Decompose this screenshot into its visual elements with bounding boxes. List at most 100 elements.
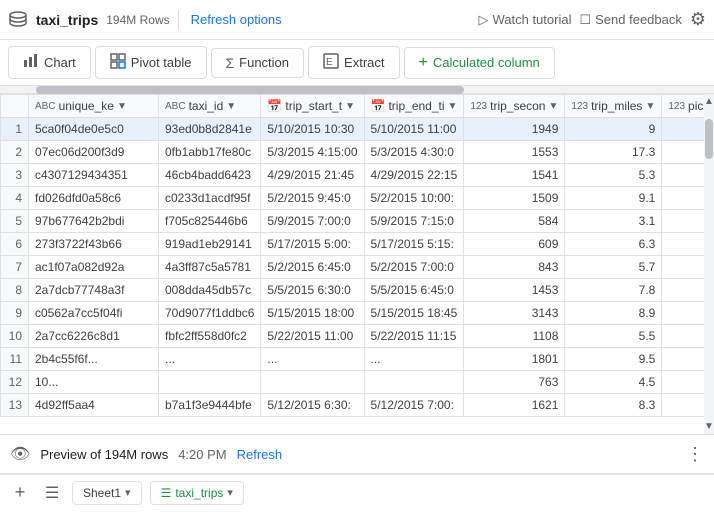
- scroll-up-arrow[interactable]: ▲: [704, 94, 714, 109]
- table-cell: 17.3: [565, 141, 662, 164]
- table-cell: 0fb1abb17fe80c: [159, 141, 261, 164]
- table-cell: 6: [1, 233, 29, 256]
- filter-icon-6: ▼: [645, 101, 655, 112]
- table-cell: [364, 371, 464, 394]
- table-cell: 5/15/2015 18:00: [261, 302, 364, 325]
- dataset-chevron-icon: ▾: [227, 486, 233, 499]
- add-sheet-button[interactable]: +: [8, 481, 32, 505]
- plus-icon: +: [419, 54, 428, 72]
- pivot-table-button[interactable]: Pivot table: [95, 46, 207, 79]
- data-table: ABC unique_ke ▼ ABC taxi_id ▼: [0, 94, 704, 417]
- table-cell: 8: [1, 279, 29, 302]
- table-cell: 5.5: [565, 325, 662, 348]
- table-cell: 1509: [464, 187, 565, 210]
- filter-icon-2: ▼: [226, 101, 236, 112]
- table-cell: 4/29/2015 22:15: [364, 164, 464, 187]
- extract-icon: E: [323, 53, 339, 72]
- scroll-down-arrow[interactable]: ▼: [704, 419, 714, 434]
- toolbar: Chart Pivot table Σ Function E Extract +…: [0, 40, 714, 86]
- table-cell: 5/9/2015 7:00:0: [261, 210, 364, 233]
- table-cell: [662, 141, 704, 164]
- preview-time: 4:20 PM: [178, 447, 226, 462]
- table-cell: 5/2/2015 9:45:0: [261, 187, 364, 210]
- table-cell: 1553: [464, 141, 565, 164]
- table-cell: 5ca0f04de0e5c0: [29, 118, 159, 141]
- table-cell: 5/22/2015 11:15: [364, 325, 464, 348]
- table-cell: [662, 302, 704, 325]
- table-cell: c4307129434351: [29, 164, 159, 187]
- table-row[interactable]: 134d92ff5aa4b7a1f3e9444bfe5/12/2015 6:30…: [1, 394, 705, 417]
- table-row[interactable]: 9c0562a7cc5f04fi70d9077f1ddbc65/15/2015 …: [1, 302, 705, 325]
- col-header-pickup[interactable]: 123 pickup_c ▼: [662, 95, 704, 118]
- send-feedback-button[interactable]: ☐ Send feedback: [579, 12, 681, 28]
- table-cell: 9.1: [565, 187, 662, 210]
- table-cell: ...: [261, 348, 364, 371]
- table-cell: 584: [464, 210, 565, 233]
- preview-text: Preview of 194M rows: [40, 447, 168, 462]
- table-name: taxi_trips: [36, 12, 98, 28]
- table-cell: 3.1: [565, 210, 662, 233]
- col-header-trip-miles[interactable]: 123 trip_miles ▼: [565, 95, 662, 118]
- horizontal-scrollbar[interactable]: [0, 86, 714, 94]
- table-cell: [662, 325, 704, 348]
- table-row[interactable]: 597b677642b2bdif705c825446b65/9/2015 7:0…: [1, 210, 705, 233]
- table-cell: 5.7: [565, 256, 662, 279]
- function-button[interactable]: Σ Function: [211, 48, 305, 78]
- refresh-options-button[interactable]: Refresh options: [187, 12, 286, 27]
- table-cell: 9: [1, 302, 29, 325]
- table-cell: 9: [565, 118, 662, 141]
- sheet1-tab[interactable]: Sheet1 ▾: [72, 481, 142, 505]
- table-row[interactable]: 6273f3722f43b66919ad1eb291415/17/2015 5:…: [1, 233, 705, 256]
- table-cell: 5/5/2015 6:30:0: [261, 279, 364, 302]
- chart-button[interactable]: Chart: [8, 46, 91, 79]
- col-header-trip-seconds[interactable]: 123 trip_secon ▼: [464, 95, 565, 118]
- table-cell: [261, 371, 364, 394]
- table-cell: [662, 187, 704, 210]
- table-row[interactable]: 4fd026dfd0a58c6c0233d1acdf95f5/2/2015 9:…: [1, 187, 705, 210]
- col-header-trip-start[interactable]: 📅 trip_start_t ▼: [261, 95, 364, 118]
- table-wrapper: ABC unique_ke ▼ ABC taxi_id ▼: [0, 94, 714, 434]
- list-sheets-button[interactable]: ☰: [40, 481, 64, 505]
- more-options-icon[interactable]: ⋮: [686, 444, 704, 465]
- table-cell: 5/12/2015 6:30:: [261, 394, 364, 417]
- preview-refresh-button[interactable]: Refresh: [237, 447, 283, 462]
- table-cell: [159, 371, 261, 394]
- top-bar: taxi_trips 194M Rows Refresh options ▷ W…: [0, 0, 714, 40]
- table-cell: [662, 256, 704, 279]
- table-row[interactable]: 3c430712943435146cb4badd64234/29/2015 21…: [1, 164, 705, 187]
- table-row[interactable]: 207ec06d200f3d90fb1abb17fe80c5/3/2015 4:…: [1, 141, 705, 164]
- table-cell: ac1f07a082d92a: [29, 256, 159, 279]
- database-icon: [8, 10, 28, 30]
- table-cell: 4/29/2015 21:45: [261, 164, 364, 187]
- settings-button[interactable]: ⚙: [690, 9, 706, 30]
- table-cell: 2: [1, 141, 29, 164]
- table-cell: [662, 394, 704, 417]
- table-row[interactable]: 112b4c55f6f............18019.5: [1, 348, 705, 371]
- table-row[interactable]: 7ac1f07a082d92a4a3ff87c5a57815/2/2015 6:…: [1, 256, 705, 279]
- table-cell: 1108: [464, 325, 565, 348]
- table-cell: 5/10/2015 10:30: [261, 118, 364, 141]
- function-icon: Σ: [226, 55, 235, 71]
- scrollbar-thumb-v[interactable]: [705, 119, 713, 159]
- table-cell: 5/3/2015 4:15:00: [261, 141, 364, 164]
- comment-icon: ☐: [579, 12, 591, 28]
- table-row[interactable]: 1210...7634.5: [1, 371, 705, 394]
- table-row[interactable]: 15ca0f04de0e5c093ed0b8d2841e5/10/2015 10…: [1, 118, 705, 141]
- table-row[interactable]: 82a7dcb77748a3f008dda45db57c5/5/2015 6:3…: [1, 279, 705, 302]
- taxi-trips-tab[interactable]: ☰ taxi_trips ▾: [150, 481, 244, 505]
- col-header-trip-end[interactable]: 📅 trip_end_ti ▼: [364, 95, 464, 118]
- table-cell: 2a7cc6226c8d1: [29, 325, 159, 348]
- table-cell: 1801: [464, 348, 565, 371]
- col-header-unique-key[interactable]: ABC unique_ke ▼: [29, 95, 159, 118]
- table-cell: [662, 118, 704, 141]
- col-header-taxi-id[interactable]: ABC taxi_id ▼: [159, 95, 261, 118]
- extract-button[interactable]: E Extract: [308, 46, 399, 79]
- vertical-scrollbar[interactable]: ▲ ▼: [704, 94, 714, 434]
- table-scroll-area[interactable]: ABC unique_ke ▼ ABC taxi_id ▼: [0, 94, 704, 434]
- calculated-column-button[interactable]: + Calculated column: [404, 47, 555, 79]
- table-row[interactable]: 102a7cc6226c8d1fbfc2ff558d0fc25/22/2015 …: [1, 325, 705, 348]
- table-cell: 5/12/2015 7:00:: [364, 394, 464, 417]
- table-cell: 5/2/2015 7:00:0: [364, 256, 464, 279]
- watch-tutorial-link[interactable]: ▷ Watch tutorial: [478, 12, 571, 28]
- scrollbar-thumb[interactable]: [36, 86, 464, 94]
